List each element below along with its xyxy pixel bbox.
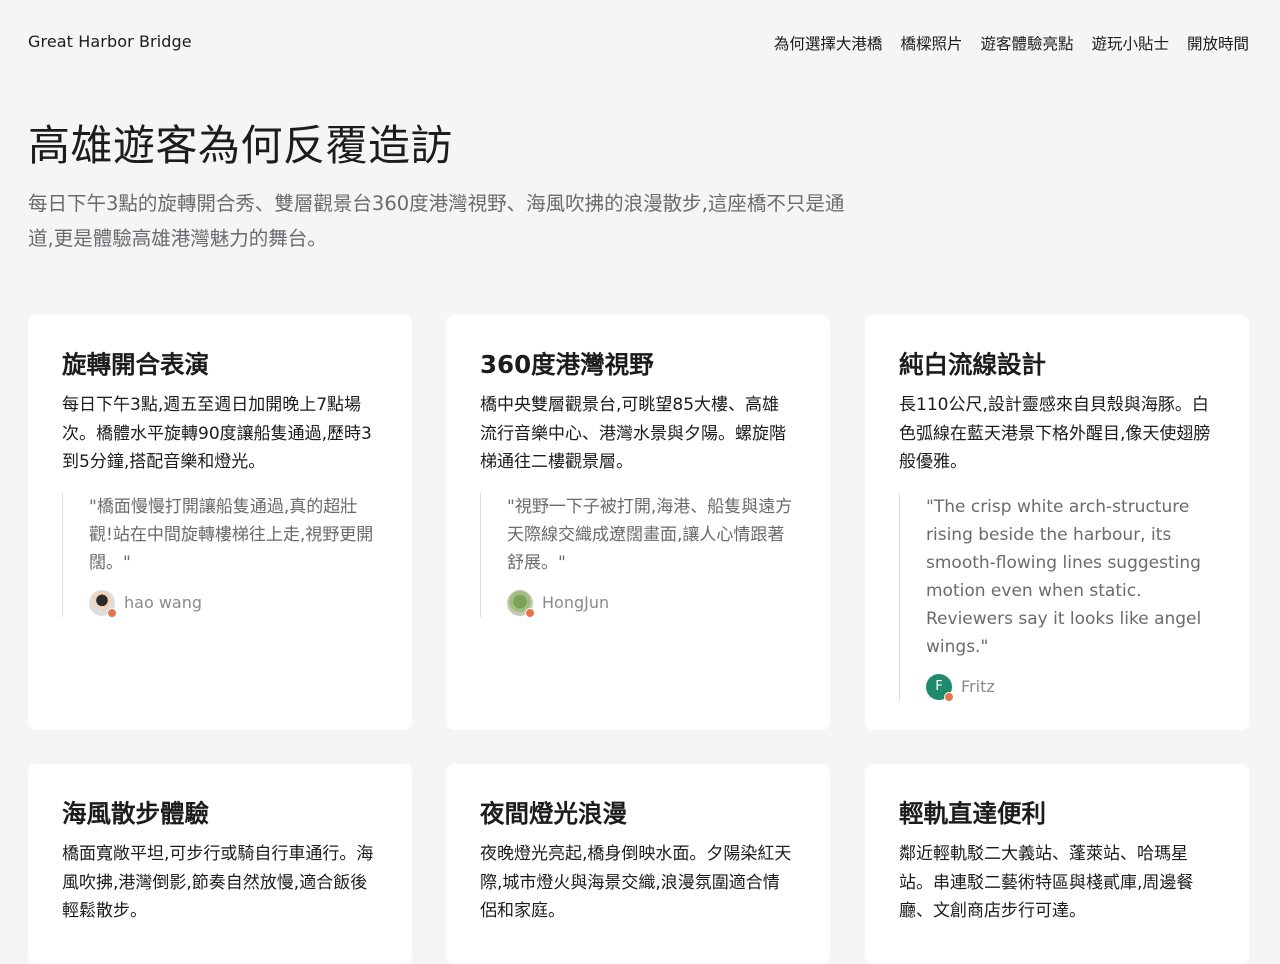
highlight-card-white-design: 純白流線設計 長110公尺,設計靈感來自貝殼與海豚。白色弧線在藍天港景下格外醒目… xyxy=(865,315,1249,730)
reviewer-name: hao wang xyxy=(124,593,203,612)
reviewer-avatar-icon xyxy=(507,589,535,618)
highlight-card-sea-breeze-walk: 海風散步體驗 橋面寬敞平坦,可步行或騎自行車通行。海風吹拂,港灣倒影,節奏自然放… xyxy=(28,764,412,964)
nav-link-highlights[interactable]: 遊客體驗亮點 xyxy=(980,32,1073,54)
page-subtitle: 每日下午3點的旋轉開合秀、雙層觀景台360度港灣視野、海風吹拂的浪漫散步,這座橋… xyxy=(28,192,845,250)
highlight-card-360-view: 360度港灣視野 橋中央雙層觀景台,可眺望85大樓、高雄流行音樂中心、港灣水景與… xyxy=(446,315,830,730)
reviewer-avatar-icon: F xyxy=(926,673,954,702)
review-text: "視野一下子被打開,海港、船隻與遠方天際線交織成遼闊畫面,讓人心情跟著舒展。" xyxy=(507,496,793,573)
highlight-card-rotation-show: 旋轉開合表演 每日下午3點,週五至週日加開晚上7點場次。橋體水平旋轉90度讓船隻… xyxy=(28,315,412,730)
card-title: 輕軌直達便利 xyxy=(899,799,1046,828)
card-description: 長110公尺,設計靈感來自貝殼與海豚。白色弧線在藍天港景下格外醒目,像天使翅膀般… xyxy=(899,395,1211,472)
nav-link-hours[interactable]: 開放時間 xyxy=(1187,32,1249,54)
site-brand[interactable]: Great Harbor Bridge xyxy=(28,32,192,51)
reviewer: F Fritz xyxy=(926,673,1215,702)
reviewer-name: Fritz xyxy=(961,677,995,696)
main-nav: 為何選擇大港橋 橋樑照片 遊客體驗亮點 遊玩小貼士 開放時間 xyxy=(774,32,1249,54)
review-quote: "橋面慢慢打開讓船隻通過,真的超壯觀!站在中間旋轉樓梯往上走,視野更開闊。" h… xyxy=(62,492,378,618)
reviewer: hao wang xyxy=(89,589,378,618)
nav-link-why-choose[interactable]: 為何選擇大港橋 xyxy=(774,32,883,54)
reviewer: HongJun xyxy=(507,589,796,618)
card-description: 每日下午3點,週五至週日加開晚上7點場次。橋體水平旋轉90度讓船隻通過,歷時3到… xyxy=(62,395,372,472)
review-text: "橋面慢慢打開讓船隻通過,真的超壯觀!站在中間旋轉樓梯往上走,視野更開闊。" xyxy=(89,496,374,573)
highlight-card-light-rail: 輕軌直達便利 鄰近輕軌駁二大義站、蓬萊站、哈瑪星站。串連駁二藝術特區與棧貳庫,周… xyxy=(865,764,1249,964)
card-description: 橋面寬敞平坦,可步行或騎自行車通行。海風吹拂,港灣倒影,節奏自然放慢,適合飯後輕… xyxy=(62,844,374,921)
reviewer-avatar-icon xyxy=(89,589,117,618)
highlight-card-night-lights: 夜間燈光浪漫 夜晚燈光亮起,橋身倒映水面。夕陽染紅天際,城市燈火與海景交織,浪漫… xyxy=(446,764,830,964)
card-description: 鄰近輕軌駁二大義站、蓬萊站、哈瑪星站。串連駁二藝術特區與棧貳庫,周邊餐廳、文創商… xyxy=(899,844,1194,921)
review-text: "The crisp white arch-structure rising b… xyxy=(926,496,1202,657)
nav-link-tips[interactable]: 遊玩小貼士 xyxy=(1091,32,1169,54)
reviewer-name: HongJun xyxy=(542,593,610,612)
card-title: 海風散步體驗 xyxy=(62,799,209,828)
page-title: 高雄遊客為何反覆造訪 xyxy=(28,121,454,170)
top-navigation-bar: Great Harbor Bridge 為何選擇大港橋 橋樑照片 遊客體驗亮點 … xyxy=(0,0,1280,90)
avatar-initial: F xyxy=(935,678,943,694)
card-title: 純白流線設計 xyxy=(899,350,1046,379)
review-quote: "The crisp white arch-structure rising b… xyxy=(899,492,1215,702)
card-title: 旋轉開合表演 xyxy=(62,350,209,379)
review-quote: "視野一下子被打開,海港、船隻與遠方天際線交織成遼闊畫面,讓人心情跟著舒展。" … xyxy=(480,492,796,618)
card-title: 夜間燈光浪漫 xyxy=(480,799,627,828)
nav-link-photos[interactable]: 橋樑照片 xyxy=(900,32,962,54)
review-badge-icon xyxy=(944,691,954,702)
review-badge-icon xyxy=(525,607,535,618)
review-badge-icon xyxy=(107,607,117,618)
card-description: 夜晚燈光亮起,橋身倒映水面。夕陽染紅天際,城市燈火與海景交織,浪漫氛圍適合情侶和… xyxy=(480,844,792,921)
card-description: 橋中央雙層觀景台,可眺望85大樓、高雄流行音樂中心、港灣水景與夕陽。螺旋階梯通往… xyxy=(480,395,786,472)
card-title: 360度港灣視野 xyxy=(480,350,654,379)
